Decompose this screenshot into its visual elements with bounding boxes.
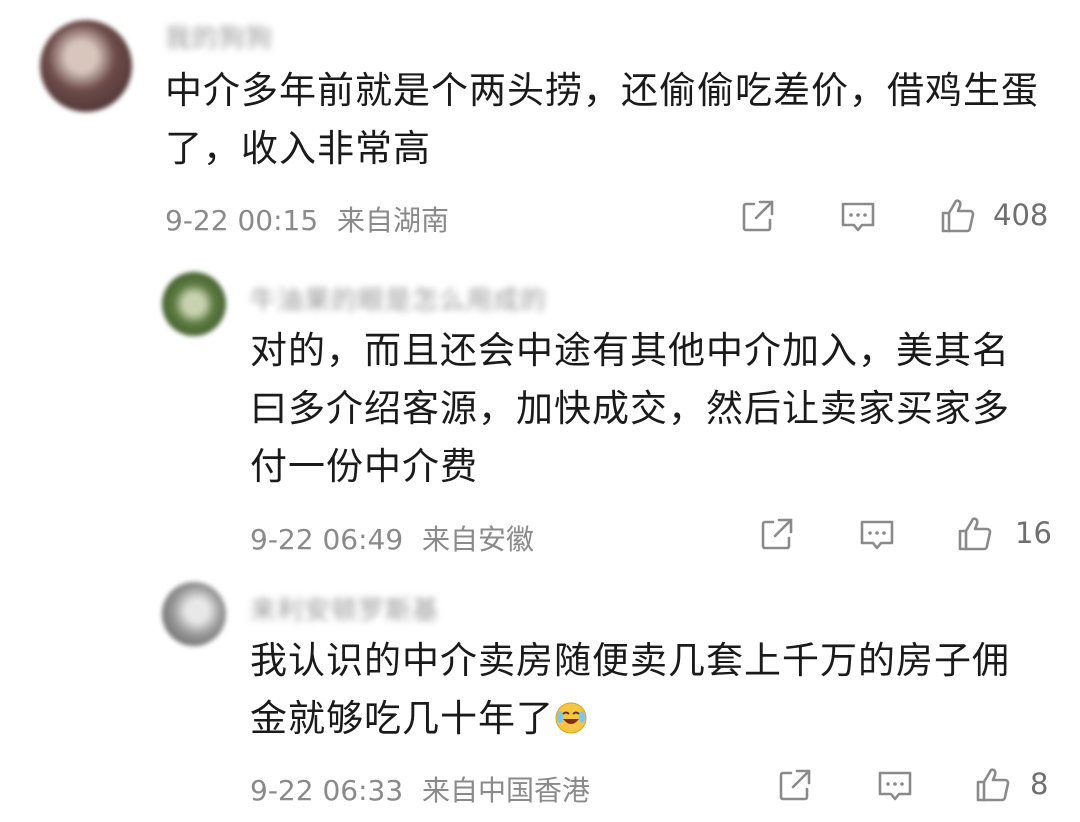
comment-item: 我的狗狗 中介多年前就是个两头捞，还偷偷吃差价，借鸡生蛋了，收入非常高 9-22… [0,0,1080,260]
like-count: 16 [1015,516,1052,550]
location: 来自湖南 [337,204,450,237]
timestamp: 9-22 06:49 [250,523,404,556]
like-count: 8 [1030,767,1049,801]
location: 来自中国香港 [422,774,591,807]
share-icon[interactable] [738,196,778,236]
comment-text: 中介多年前就是个两头捞，还偷偷吃差价，借鸡生蛋了，收入非常高 [165,69,1039,170]
timestamp: 9-22 00:15 [165,204,319,237]
thumbs-up-icon[interactable] [955,514,995,554]
action-bar: 8 [775,765,1055,805]
comment-meta: 9-22 06:49 来自安徽 [250,518,534,558]
reply-item: 来利安顿罗斯基 我认识的中介卖房随便卖几套上千万的房子佣金就够吃几十年了 9-2… [0,570,1080,822]
comment-icon[interactable] [875,765,915,805]
comment-icon[interactable] [838,196,878,236]
share-icon[interactable] [757,514,797,554]
comment-text: 对的，而且还会中途有其他中介加入，美其名曰多介绍客源，加快成交，然后让卖家买家多… [250,329,1010,488]
action-bar: 16 [757,514,1057,554]
username[interactable]: 我的狗狗 [165,18,273,54]
comment-text: 我认识的中介卖房随便卖几套上千万的房子佣金就够吃几十年了 [250,639,1010,740]
thumbs-up-icon[interactable] [938,196,978,236]
reply-item: 牛油果的眼是怎么用成的 对的，而且还会中途有其他中介加入，美其名曰多介绍客源，加… [0,260,1080,570]
location: 来自安徽 [422,523,535,556]
avatar[interactable] [162,272,226,336]
action-bar: 408 [738,196,1058,236]
username[interactable]: 牛油果的眼是怎么用成的 [250,280,547,316]
comment-meta: 9-22 06:33 来自中国香港 [250,769,590,809]
laughing-crying-emoji [554,694,588,734]
timestamp: 9-22 06:33 [250,774,404,807]
avatar[interactable] [40,20,132,112]
comment-meta: 9-22 00:15 来自湖南 [165,199,449,239]
thumbs-up-icon[interactable] [973,765,1013,805]
like-count: 408 [993,198,1049,232]
avatar[interactable] [162,582,226,646]
share-icon[interactable] [775,765,815,805]
username[interactable]: 来利安顿罗斯基 [250,590,439,626]
comment-icon[interactable] [857,514,897,554]
